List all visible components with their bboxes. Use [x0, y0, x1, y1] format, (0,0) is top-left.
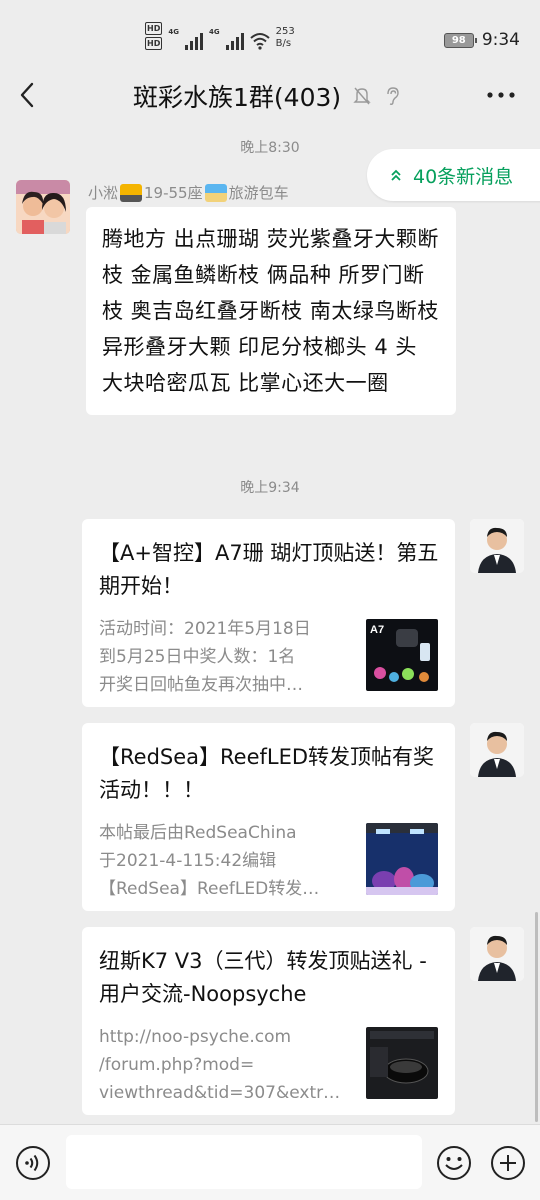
sender-name-part: 19-55座 — [144, 184, 203, 202]
card-title: 纽斯K7 V3（三代）转发顶贴送礼 - 用户交流-Noopsyche — [99, 949, 427, 1006]
ear-icon — [387, 87, 399, 105]
card-thumbnail: A7 — [366, 619, 438, 691]
beach-emoji-icon — [204, 183, 227, 202]
speed-unit: B/s — [275, 38, 292, 49]
message-input[interactable] — [66, 1135, 422, 1189]
card-description-line: 于2021-4-115:42编辑 — [99, 851, 277, 871]
message-text: 腾地方 出点珊瑚 荧光紫叠牙大颗断枝 金属鱼鳞断枝 俩品种 所罗门断枝 奥吉岛红… — [102, 227, 439, 395]
link-card[interactable]: 纽斯K7 V3（三代）转发顶贴送礼 - 用户交流-Noopsyche http:… — [82, 927, 455, 1115]
card-description-line: 【RedSea】ReefLED转发… — [99, 879, 320, 899]
chat-title-group: 斑彩水族1群(403) — [133, 78, 401, 114]
card-description-line: 开奖日回帖鱼友再次抽中… — [99, 675, 303, 695]
new-messages-button[interactable]: 40条新消息 — [367, 149, 540, 201]
status-right: 98 9:34 — [443, 30, 520, 50]
chat-title: 斑彩水族1群(403) — [133, 83, 342, 112]
mute-bell-icon — [353, 87, 371, 105]
plus-icon[interactable] — [490, 1145, 526, 1181]
wifi-icon — [249, 33, 270, 50]
card-description: 活动时间：2021年5月18日 到5月25日中奖人数：1名 开奖日回帖鱼友再次抽… — [99, 615, 354, 699]
emoji-icon[interactable] — [436, 1145, 472, 1181]
thumbnail-label: A7 — [370, 624, 384, 636]
scrollbar[interactable] — [535, 912, 538, 1122]
new-messages-label: 40条新消息 — [413, 165, 514, 188]
card-description-line: 本帖最后由RedSeaChina — [99, 823, 297, 843]
battery-level: 98 — [451, 34, 466, 46]
message-timestamp: 晚上9:34 — [240, 480, 300, 496]
speed-value: 253 — [275, 26, 295, 37]
card-description-line: viewthread&tid=307&extr… — [99, 1083, 341, 1103]
card-description-line: /forum.php?mod= — [99, 1055, 255, 1075]
status-bar: HD HD 4G 4G 253 B/s 98 9:34 — [0, 0, 540, 66]
product-thumbnail-image: A7 — [366, 619, 438, 691]
avatar-photo — [470, 927, 524, 981]
signal-icon — [225, 32, 244, 50]
card-description-line: http://noo-psyche.com — [99, 1027, 292, 1047]
sender-name-part: 旅游包车 — [228, 184, 289, 202]
double-chevron-up-icon — [391, 169, 401, 181]
network-type-label: 4G — [208, 28, 220, 36]
card-description-line: 活动时间：2021年5月18日 — [99, 619, 311, 639]
bus-emoji-icon — [120, 183, 143, 202]
chat-input-bar — [0, 1124, 540, 1200]
link-card[interactable]: 【A+智控】A7珊 瑚灯顶贴送！第五期开始！ 活动时间：2021年5月18日 到… — [82, 519, 455, 707]
hd-icon: HD — [145, 22, 163, 35]
network-speed: 253 B/s — [276, 26, 295, 50]
sender-avatar[interactable] — [16, 180, 70, 234]
sender-name-part: 小淞 — [88, 184, 119, 202]
own-avatar[interactable] — [470, 723, 524, 777]
status-left: HD HD 4G 4G 253 B/s — [145, 22, 295, 50]
card-description: http://noo-psyche.com /forum.php?mod= vi… — [99, 1023, 354, 1107]
card-description-line: 到5月25日中奖人数：1名 — [99, 647, 296, 667]
sender-name: 小淞 19-55座 旅游包车 — [88, 182, 289, 203]
card-title: 【A+智控】A7珊 瑚灯顶贴送！第五期开始！ — [99, 541, 439, 598]
link-card[interactable]: 【RedSea】ReefLED转发顶帖有奖活动！！！ 本帖最后由RedSeaCh… — [82, 723, 455, 911]
own-avatar[interactable] — [470, 927, 524, 981]
chat-header: 斑彩水族1群(403) — [0, 66, 540, 124]
aquarium-thumbnail-image — [366, 823, 438, 895]
hd-indicators: HD HD — [145, 22, 163, 50]
back-arrow-icon[interactable] — [16, 80, 40, 110]
avatar-photo — [16, 180, 70, 234]
more-options-icon[interactable] — [486, 86, 516, 104]
own-avatar[interactable] — [470, 519, 524, 573]
card-body: 本帖最后由RedSeaChina 于2021-4-115:42编辑 【RedSe… — [99, 819, 439, 903]
card-title: 【RedSea】ReefLED转发顶帖有奖活动！！！ — [99, 745, 435, 802]
status-clock: 9:34 — [481, 30, 520, 50]
signal-icon — [184, 32, 203, 50]
hd-icon: HD — [145, 37, 163, 50]
network-type-label: 4G — [168, 28, 179, 36]
message-bubble[interactable]: 腾地方 出点珊瑚 荧光紫叠牙大颗断枝 金属鱼鳞断枝 俩品种 所罗门断枝 奥吉岛红… — [86, 207, 456, 415]
product-thumbnail-image — [366, 1027, 438, 1099]
card-description: 本帖最后由RedSeaChina 于2021-4-115:42编辑 【RedSe… — [99, 819, 354, 903]
battery-icon: 98 — [443, 32, 477, 48]
voice-input-icon[interactable] — [15, 1145, 51, 1181]
avatar-photo — [470, 723, 524, 777]
avatar-photo — [470, 519, 524, 573]
card-body: http://noo-psyche.com /forum.php?mod= vi… — [99, 1023, 439, 1107]
card-body: 活动时间：2021年5月18日 到5月25日中奖人数：1名 开奖日回帖鱼友再次抽… — [99, 615, 439, 699]
card-thumbnail — [366, 823, 438, 895]
card-thumbnail — [366, 1027, 438, 1099]
